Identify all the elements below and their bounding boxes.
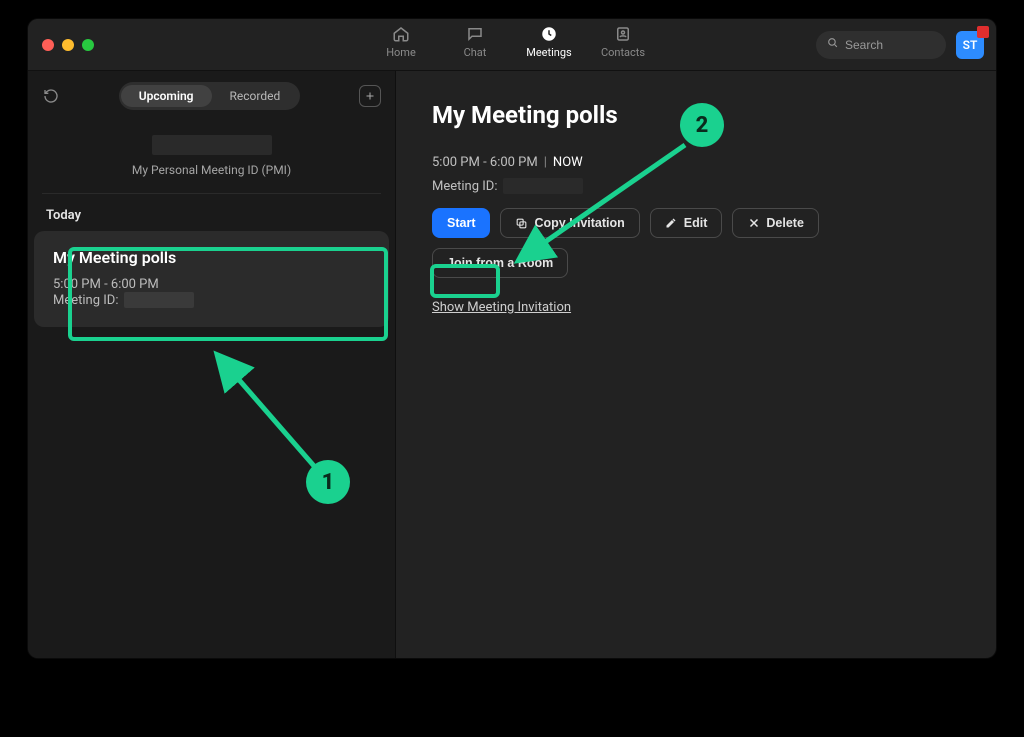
start-button-label: Start [447,216,475,230]
now-flag: NOW [553,155,583,170]
nav-chat-label: Chat [464,46,487,59]
chat-icon [466,25,484,43]
copy-invitation-label: Copy Invitation [534,216,624,230]
home-icon [392,25,410,43]
edit-button[interactable]: Edit [650,208,723,238]
contacts-icon [614,25,632,43]
titlebar-right: ST [816,31,984,59]
meeting-card-id-redacted [124,292,194,308]
fullscreen-window-button[interactable] [82,39,94,51]
meeting-card-time: 5:00 PM - 6:00 PM [53,277,370,292]
meeting-time: 5:00 PM - 6:00 PM [432,155,538,170]
start-button[interactable]: Start [432,208,490,238]
clock-icon [540,25,558,43]
delete-button-label: Delete [766,216,804,230]
pmi-label: My Personal Meeting ID (PMI) [42,163,381,177]
meeting-filter-tabs: Upcoming Recorded [119,82,301,110]
calendar-badge-icon [977,26,989,38]
app-window: Home Chat Meetings Contacts [28,19,996,658]
search-box[interactable] [816,31,946,59]
action-buttons-row: Start Copy Invitation Edit [432,208,960,238]
meeting-card[interactable]: My Meeting polls 5:00 PM - 6:00 PM Meeti… [34,231,389,327]
main-panel: My Meeting polls 5:00 PM - 6:00 PM | NOW… [396,71,996,658]
nav-meetings[interactable]: Meetings [525,25,573,59]
show-invitation-link[interactable]: Show Meeting Invitation [432,300,571,315]
nav-contacts[interactable]: Contacts [599,25,647,59]
tab-upcoming[interactable]: Upcoming [121,85,212,107]
meeting-time-row: 5:00 PM - 6:00 PM | NOW [432,155,960,170]
nav-home-label: Home [386,46,416,59]
delete-button[interactable]: Delete [732,208,819,238]
copy-invitation-button[interactable]: Copy Invitation [500,208,639,238]
minimize-window-button[interactable] [62,39,74,51]
separator: | [544,155,547,170]
copy-icon [515,217,528,230]
join-from-room-button[interactable]: Join from a Room [432,248,568,278]
search-input[interactable] [845,38,936,52]
join-from-room-label: Join from a Room [447,256,553,270]
close-window-button[interactable] [42,39,54,51]
x-icon [747,217,760,230]
meeting-card-title: My Meeting polls [53,248,370,267]
meeting-card-id-label: Meeting ID: [53,293,118,308]
meeting-card-wrap: My Meeting polls 5:00 PM - 6:00 PM Meeti… [34,231,389,327]
meeting-id-label: Meeting ID: [432,179,497,194]
sidebar-top: Upcoming Recorded [28,71,395,121]
refresh-button[interactable] [42,87,60,105]
sidebar: Upcoming Recorded My Personal Meeting ID… [28,71,396,658]
meeting-card-id-row: Meeting ID: [53,292,370,308]
window-controls [42,39,94,51]
avatar[interactable]: ST [956,31,984,59]
nav-contacts-label: Contacts [601,46,645,59]
titlebar: Home Chat Meetings Contacts [28,19,996,71]
meeting-id-row: Meeting ID: [432,178,960,194]
pencil-icon [665,217,678,230]
nav-meetings-label: Meetings [526,46,571,59]
pmi-block[interactable]: My Personal Meeting ID (PMI) [42,135,381,194]
action-buttons-row-2: Join from a Room [432,248,960,278]
window-body: Upcoming Recorded My Personal Meeting ID… [28,71,996,658]
edit-button-label: Edit [684,216,708,230]
avatar-initials: ST [963,38,978,52]
tab-recorded[interactable]: Recorded [212,85,299,107]
today-heading: Today [28,194,395,229]
nav-chat[interactable]: Chat [451,25,499,59]
pmi-value-redacted [152,135,272,155]
meeting-id-redacted [503,178,583,194]
new-meeting-button[interactable] [359,85,381,107]
nav-home[interactable]: Home [377,25,425,59]
meeting-title: My Meeting polls [432,101,960,129]
search-icon [826,36,839,53]
top-navigation: Home Chat Meetings Contacts [377,25,647,76]
